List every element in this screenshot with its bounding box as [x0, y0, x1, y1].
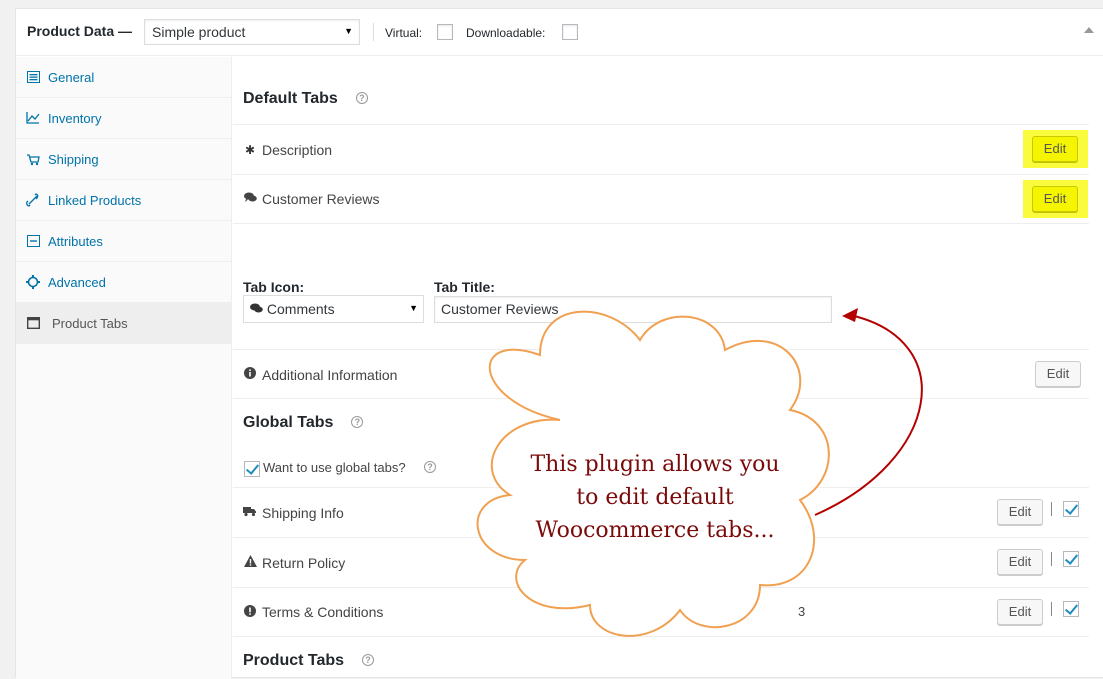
- info-icon: [243, 367, 257, 382]
- sidebar-item-shipping[interactable]: Shipping: [16, 139, 231, 180]
- global-tabs-title: Global Tabs: [243, 414, 334, 431]
- sidebar-item-label: Advanced: [48, 274, 106, 290]
- help-icon[interactable]: ?: [355, 92, 368, 104]
- separator: [1051, 552, 1052, 566]
- callout-line: to edit default: [576, 485, 734, 510]
- truck-icon: [243, 506, 257, 520]
- tab-label: Customer Reviews: [262, 191, 380, 207]
- exclamation-icon: [243, 604, 257, 620]
- default-tab-row-description: ✱ Description Edit: [233, 124, 1089, 174]
- link-icon: [26, 193, 40, 207]
- product-data-panel: Product Data — Simple product ▼ Virtual:…: [15, 8, 1103, 679]
- chevron-down-icon: ▼: [409, 303, 418, 313]
- default-tabs-title: Default Tabs: [243, 90, 338, 107]
- sidebar-item-product-tabs[interactable]: Product Tabs: [16, 303, 231, 344]
- tab-label: Terms & Conditions: [262, 604, 384, 620]
- gear-icon: [26, 275, 40, 289]
- comments-icon: [250, 301, 263, 317]
- edit-button[interactable]: Edit: [997, 549, 1043, 575]
- warning-icon: [243, 555, 257, 570]
- downloadable-checkbox[interactable]: [562, 24, 578, 40]
- sidebar-item-label: Inventory: [48, 110, 102, 126]
- callout-line: Woocommerce tabs...: [535, 518, 775, 543]
- general-icon: [26, 70, 40, 84]
- global-tab-row-terms-conditions: Terms & Conditions 3 Edit: [233, 587, 1089, 637]
- attributes-icon: [26, 234, 40, 248]
- product-tabs-panel: Default Tabs? ✱ Description Edit Custome…: [233, 57, 1103, 679]
- tab-icon-select[interactable]: Comments ▼: [243, 295, 424, 323]
- help-icon[interactable]: ?: [424, 461, 436, 473]
- tab-label: Return Policy: [262, 554, 346, 571]
- edit-button[interactable]: Edit: [997, 599, 1043, 625]
- tab-title-value: Customer Reviews: [441, 301, 559, 317]
- use-global-tabs-checkbox[interactable]: [244, 461, 260, 477]
- comments-icon: [243, 192, 257, 206]
- tab-count: 3: [798, 604, 806, 619]
- virtual-checkbox[interactable]: [437, 24, 453, 40]
- edit-button[interactable]: Edit: [1035, 361, 1081, 387]
- tab-label: Additional Information: [262, 366, 398, 383]
- default-tab-row-additional-information: Additional Information Edit: [233, 349, 1089, 399]
- truck-icon: [26, 152, 40, 166]
- tab-title-label: Tab Title:: [434, 279, 495, 295]
- product-tabs-heading: Product Tabs?: [243, 652, 375, 670]
- help-icon[interactable]: ?: [362, 654, 375, 666]
- sidebar-item-label: General: [48, 69, 95, 85]
- chevron-down-icon: ▼: [344, 26, 353, 36]
- sidebar-item-inventory[interactable]: Inventory: [16, 98, 231, 139]
- sidebar-item-label: Attributes: [48, 233, 103, 249]
- divider: [233, 398, 1089, 399]
- tab-label: Description: [262, 141, 333, 158]
- default-tab-row-customer-reviews: Customer Reviews Edit: [233, 174, 1089, 224]
- separator: [1051, 602, 1052, 616]
- sidebar-item-label: Linked Products: [48, 192, 142, 208]
- enable-tab-checkbox[interactable]: [1063, 551, 1079, 567]
- enable-tab-checkbox[interactable]: [1063, 501, 1079, 517]
- sidebar-item-label: Product Tabs: [52, 315, 128, 331]
- product-tabs-title: Product Tabs: [243, 652, 345, 669]
- collapse-toggle-icon[interactable]: [1084, 27, 1094, 33]
- highlight: Edit: [1023, 130, 1088, 168]
- downloadable-label: Downloadable:: [466, 26, 546, 40]
- product-data-title: Product Data —: [27, 23, 133, 39]
- help-icon[interactable]: ?: [351, 416, 364, 428]
- sidebar-item-linked-products[interactable]: Linked Products: [16, 180, 231, 221]
- separator: [1051, 502, 1052, 516]
- product-data-tabs: General Inventory Shipping Linked Produc…: [16, 57, 232, 679]
- sidebar-item-label: Shipping: [48, 151, 99, 167]
- edit-button[interactable]: Edit: [1032, 186, 1078, 212]
- product-type-select[interactable]: Simple product ▼: [144, 19, 360, 45]
- edit-button[interactable]: Edit: [1032, 136, 1078, 162]
- tab-icon-value: Comments: [266, 301, 335, 317]
- product-type-value: Simple product: [152, 24, 246, 40]
- tab-icon-label: Tab Icon:: [243, 279, 305, 295]
- global-tabs-heading: Global Tabs?: [243, 414, 364, 432]
- tab-label: Shipping Info: [262, 504, 344, 521]
- callout-line: This plugin allows you: [530, 452, 780, 477]
- header-divider: [373, 23, 374, 41]
- virtual-label: Virtual:: [385, 26, 423, 40]
- default-tabs-heading: Default Tabs?: [243, 90, 368, 108]
- enable-tab-checkbox[interactable]: [1063, 601, 1079, 617]
- tab-title-input[interactable]: Customer Reviews: [434, 296, 832, 323]
- window-icon: [26, 316, 40, 330]
- highlight: Edit: [1023, 180, 1088, 218]
- inventory-icon: [26, 111, 40, 125]
- sidebar-item-attributes[interactable]: Attributes: [16, 221, 231, 262]
- product-data-header: Product Data — Simple product ▼ Virtual:…: [16, 9, 1103, 56]
- edit-button[interactable]: Edit: [997, 499, 1043, 525]
- callout-text: This plugin allows you to edit default W…: [520, 448, 790, 547]
- sidebar-item-advanced[interactable]: Advanced: [16, 262, 231, 303]
- use-global-tabs-label: Want to use global tabs?: [263, 460, 406, 475]
- asterisk-icon: ✱: [244, 142, 256, 157]
- sidebar-item-general[interactable]: General: [16, 57, 231, 98]
